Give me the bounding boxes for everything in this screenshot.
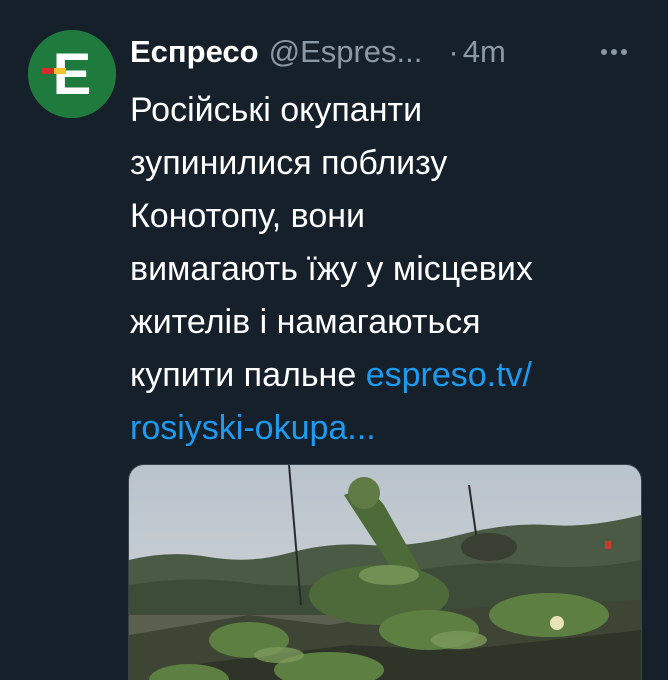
tweet-link-continued[interactable]: rosiyski-okupa... bbox=[130, 409, 376, 447]
espreso-logo-icon: E bbox=[28, 30, 116, 118]
tweet-text-line: вимагають їжу у місцевих bbox=[130, 250, 533, 288]
author-handle[interactable]: @Espres... bbox=[269, 34, 423, 70]
tweet-text-line: зупинилися поблизу bbox=[130, 144, 448, 182]
tweet-text-line-with-link: купити пальне espreso.tv/ bbox=[130, 349, 650, 402]
tanks-photo bbox=[129, 465, 641, 680]
more-button[interactable] bbox=[594, 32, 634, 72]
tweet-link[interactable]: espreso.tv/ bbox=[366, 356, 532, 394]
tweet-text-line: жителів і намагаються bbox=[130, 303, 481, 341]
tweet-text-line: Конотопу, вони bbox=[130, 197, 366, 235]
tweet-header: Еспресо @Espres... · 4m bbox=[130, 28, 648, 76]
separator-dot: · bbox=[448, 34, 459, 69]
tweet-text: Російські окупанти зупинилися поблизу Ко… bbox=[130, 84, 650, 455]
tweet-time[interactable]: 4m bbox=[463, 34, 506, 70]
author-avatar[interactable]: E bbox=[28, 30, 116, 118]
tweet-text-line: Російські окупанти bbox=[130, 91, 423, 129]
author-name[interactable]: Еспресо bbox=[130, 34, 259, 70]
tweet-media-image[interactable] bbox=[128, 464, 642, 680]
tweet-text-fragment: купити пальне bbox=[130, 356, 366, 394]
tweet[interactable]: E Еспресо @Espres... · 4m Російські окуп… bbox=[0, 0, 668, 680]
more-horizontal-icon bbox=[601, 49, 627, 55]
avatar-letter: E bbox=[53, 42, 92, 107]
